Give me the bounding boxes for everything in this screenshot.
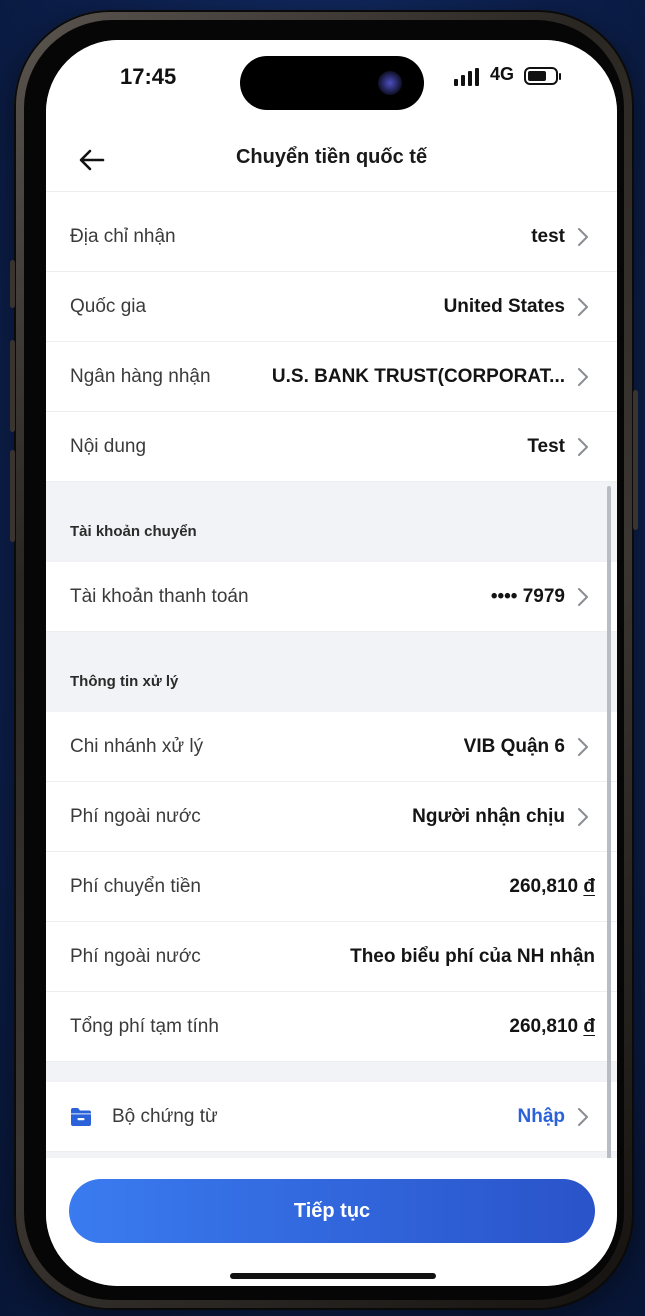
status-bar: 17:45 4G [46, 40, 617, 128]
chevron-right-icon [578, 437, 588, 456]
row-foreign-fee: Phí ngoài nước Theo biểu phí của NH nhận [46, 922, 617, 992]
chevron-right-icon [578, 587, 588, 606]
scrollbar[interactable] [607, 486, 611, 1176]
volume-down-button [10, 450, 15, 542]
battery-icon [524, 67, 561, 85]
app-screen: 17:45 4G Chuyển tiền quốc tế Địa chỉ nhậ… [46, 40, 617, 1286]
chevron-right-icon [578, 227, 588, 246]
row-label: Chi nhánh xử lý [70, 735, 204, 757]
chevron-right-icon [578, 1107, 588, 1126]
signal-icon [454, 68, 479, 86]
chevron-right-icon [578, 297, 588, 316]
row-value: •••• 7979 [490, 585, 565, 607]
volume-up-button [10, 340, 15, 432]
documents-action-link[interactable]: Nhập [518, 1106, 566, 1128]
fee-amount: 260,810 [509, 875, 579, 897]
chevron-right-icon [578, 367, 588, 386]
row-foreign-fee-bearer[interactable]: Phí ngoài nước Người nhận chịu [46, 782, 617, 852]
section-spacer [46, 1062, 617, 1082]
row-value: Người nhận chịu [412, 805, 565, 827]
row-country[interactable]: Quốc gia United States [46, 272, 617, 342]
power-button [633, 390, 638, 530]
row-value: Test [527, 435, 565, 457]
row-label: Phí chuyển tiền [70, 875, 201, 897]
row-value: Theo biểu phí của NH nhận [350, 945, 595, 967]
row-payment-account[interactable]: Tài khoản thanh toán •••• 7979 [46, 562, 617, 632]
row-label: Nội dung [70, 435, 147, 457]
status-time: 17:45 [120, 64, 177, 89]
row-value: 260,810 đ [509, 1016, 595, 1038]
row-label: Tổng phí tạm tính [70, 1015, 219, 1037]
row-value: VIB Quận 6 [463, 735, 565, 757]
continue-button[interactable]: Tiếp tục [69, 1179, 595, 1243]
row-label: Địa chỉ nhận [70, 225, 176, 247]
row-total-fee: Tổng phí tạm tính 260,810 đ [46, 992, 617, 1062]
row-recipient-address[interactable]: Địa chỉ nhận test [46, 202, 617, 272]
chevron-right-icon [578, 807, 588, 826]
row-transfer-fee: Phí chuyển tiền 260,810 đ [46, 852, 617, 922]
currency-symbol: đ [583, 1015, 595, 1037]
row-value: U.S. BANK TRUST(CORPORAT... [271, 365, 565, 387]
list-top-edge [46, 192, 617, 202]
section-title: Thông tin xử lý [70, 673, 179, 690]
mute-switch [10, 260, 15, 308]
row-recipient-bank[interactable]: Ngân hàng nhận U.S. BANK TRUST(CORPORAT.… [46, 342, 617, 412]
row-value: United States [443, 295, 565, 317]
camera-icon [378, 71, 402, 95]
section-processing-info: Thông tin xử lý [46, 632, 617, 712]
row-value: 260,810 đ [509, 876, 595, 898]
row-label: Quốc gia [70, 295, 147, 317]
row-documents[interactable]: Bộ chứng từ Nhập [46, 1082, 617, 1152]
row-value: test [531, 225, 565, 247]
folder-icon [71, 1107, 91, 1126]
row-label: Phí ngoài nước [70, 805, 201, 827]
chevron-right-icon [578, 737, 588, 756]
row-content[interactable]: Nội dung Test [46, 412, 617, 482]
total-amount: 260,810 [509, 1015, 579, 1037]
page-title: Chuyển tiền quốc tế [235, 146, 428, 168]
dynamic-island [240, 56, 424, 110]
row-label: Ngân hàng nhận [70, 365, 211, 387]
row-label: Tài khoản thanh toán [70, 585, 249, 607]
row-processing-branch[interactable]: Chi nhánh xử lý VIB Quận 6 [46, 712, 617, 782]
home-indicator [230, 1273, 436, 1279]
network-type: 4G [490, 64, 515, 84]
section-source-account: Tài khoản chuyển [46, 482, 617, 562]
nav-header: Chuyển tiền quốc tế [46, 128, 617, 192]
currency-symbol: đ [583, 875, 595, 897]
section-title: Tài khoản chuyển [70, 523, 197, 540]
form-content: Địa chỉ nhận test Quốc gia United States… [46, 192, 617, 1152]
row-label: Phí ngoài nước [70, 945, 201, 967]
bottom-action-bar: Tiếp tục [46, 1158, 617, 1286]
row-label: Bộ chứng từ [112, 1105, 218, 1127]
